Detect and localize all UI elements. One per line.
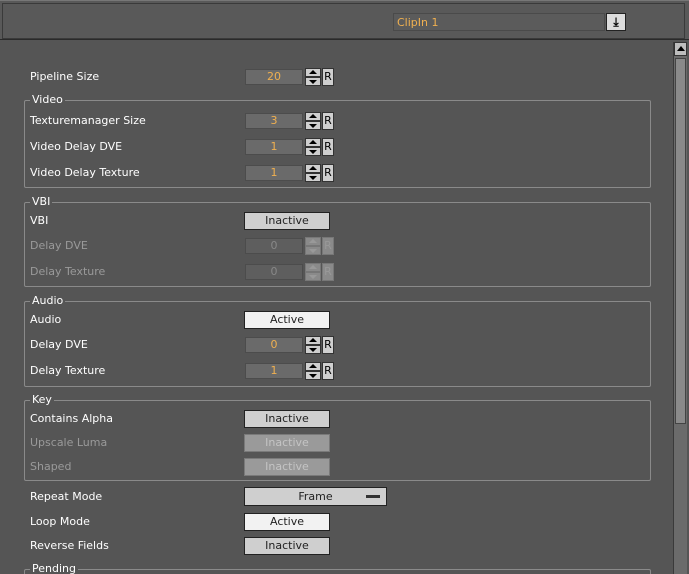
video-delay-dve-input[interactable]: 1 (245, 139, 303, 155)
video-delay-dve-spinner[interactable] (305, 138, 321, 156)
audio-group-title: Audio (30, 294, 66, 308)
shaped-label: Shaped (30, 460, 72, 473)
pending-group-title: Pending (30, 562, 78, 574)
loop-mode-toggle-button[interactable]: Active (244, 513, 330, 531)
audio-delay-dve-label: Delay DVE (30, 338, 88, 351)
key-group (24, 400, 651, 481)
spin-up-icon[interactable] (305, 138, 321, 147)
key-group-title: Key (30, 393, 54, 407)
upscale-luma-toggle-button: Inactive (244, 434, 330, 452)
texturemanager-size-input[interactable]: 3 (245, 113, 303, 129)
spin-up-icon[interactable] (305, 68, 321, 77)
vbi-delay-dve-input: 0 (245, 238, 303, 254)
video-delay-texture-input[interactable]: 1 (245, 165, 303, 181)
audio-delay-texture-label: Delay Texture (30, 364, 106, 377)
pipeline-size-input[interactable]: 20 (245, 69, 303, 85)
audio-delay-dve-spinner[interactable] (305, 336, 321, 354)
clip-select-value[interactable]: ClipIn 1 (393, 13, 605, 31)
settings-panel: Pipeline Size 20 R Video Texturemanager … (3, 42, 672, 574)
video-delay-texture-reset-button[interactable]: R (322, 164, 334, 182)
download-arrow-icon[interactable]: ⤓ (606, 13, 626, 31)
video-delay-texture-spinner[interactable] (305, 164, 321, 182)
audio-toggle-button[interactable]: Active (244, 311, 330, 329)
vbi-delay-texture-spinner (305, 263, 321, 281)
vbi-group (24, 202, 651, 287)
upscale-luma-label: Upscale Luma (30, 436, 108, 449)
audio-group (24, 301, 651, 387)
texturemanager-size-label: Texturemanager Size (30, 114, 146, 127)
audio-delay-dve-reset-button[interactable]: R (322, 336, 334, 354)
vbi-delay-texture-reset-button: R (322, 263, 334, 281)
vbi-group-title: VBI (30, 195, 53, 209)
pipeline-size-spinner[interactable] (305, 68, 321, 86)
scrollbar-thumb[interactable] (675, 58, 686, 424)
repeat-mode-value[interactable]: Frame (298, 490, 332, 503)
audio-delay-texture-spinner[interactable] (305, 362, 321, 380)
audio-delay-texture-reset-button[interactable]: R (322, 362, 334, 380)
spin-down-icon[interactable] (305, 121, 321, 130)
contains-alpha-toggle-button[interactable]: Inactive (244, 410, 330, 428)
pipeline-size-reset-button[interactable]: R (322, 68, 334, 86)
pipeline-size-label: Pipeline Size (30, 70, 100, 83)
vbi-delay-texture-input: 0 (245, 264, 303, 280)
spin-down-icon (305, 246, 321, 255)
texturemanager-size-spinner[interactable] (305, 112, 321, 130)
vertical-scrollbar[interactable] (673, 42, 687, 574)
vbi-label: VBI (30, 214, 49, 227)
vbi-toggle-button[interactable]: Inactive (244, 212, 330, 230)
pending-group (24, 569, 651, 574)
spin-up-icon[interactable] (305, 112, 321, 121)
loop-mode-label: Loop Mode (30, 515, 90, 528)
vbi-delay-dve-reset-button: R (322, 237, 334, 255)
repeat-mode-dropdown[interactable]: Frame (244, 487, 387, 506)
video-group-title: Video (30, 93, 65, 107)
video-delay-dve-label: Video Delay DVE (30, 140, 123, 153)
spin-up-icon[interactable] (305, 336, 321, 345)
spin-down-icon (305, 272, 321, 281)
video-delay-dve-reset-button[interactable]: R (322, 138, 334, 156)
dropdown-bar-icon (366, 495, 380, 498)
spin-up-icon (305, 263, 321, 272)
texturemanager-size-reset-button[interactable]: R (322, 112, 334, 130)
spin-up-icon[interactable] (305, 362, 321, 371)
video-delay-texture-label: Video Delay Texture (30, 166, 140, 179)
vbi-delay-dve-spinner (305, 237, 321, 255)
repeat-mode-label: Repeat Mode (30, 490, 103, 503)
reverse-fields-label: Reverse Fields (30, 539, 109, 552)
clip-select-dropdown[interactable]: ClipIn 1 ⤓ (393, 13, 626, 31)
vbi-delay-texture-label: Delay Texture (30, 265, 106, 278)
audio-delay-dve-input[interactable]: 0 (245, 337, 303, 353)
spin-down-icon[interactable] (305, 371, 321, 380)
scroll-up-arrow-icon[interactable] (674, 42, 687, 56)
spin-up-icon (305, 237, 321, 246)
vbi-delay-dve-label: Delay DVE (30, 239, 88, 252)
audio-delay-texture-input[interactable]: 1 (245, 363, 303, 379)
spin-down-icon[interactable] (305, 173, 321, 182)
spin-down-icon[interactable] (305, 345, 321, 354)
spin-up-icon[interactable] (305, 164, 321, 173)
contains-alpha-label: Contains Alpha (30, 412, 113, 425)
spin-down-icon[interactable] (305, 77, 321, 86)
spin-down-icon[interactable] (305, 147, 321, 156)
reverse-fields-toggle-button[interactable]: Inactive (244, 537, 330, 555)
audio-label: Audio (30, 313, 62, 326)
shaped-toggle-button: Inactive (244, 458, 330, 476)
